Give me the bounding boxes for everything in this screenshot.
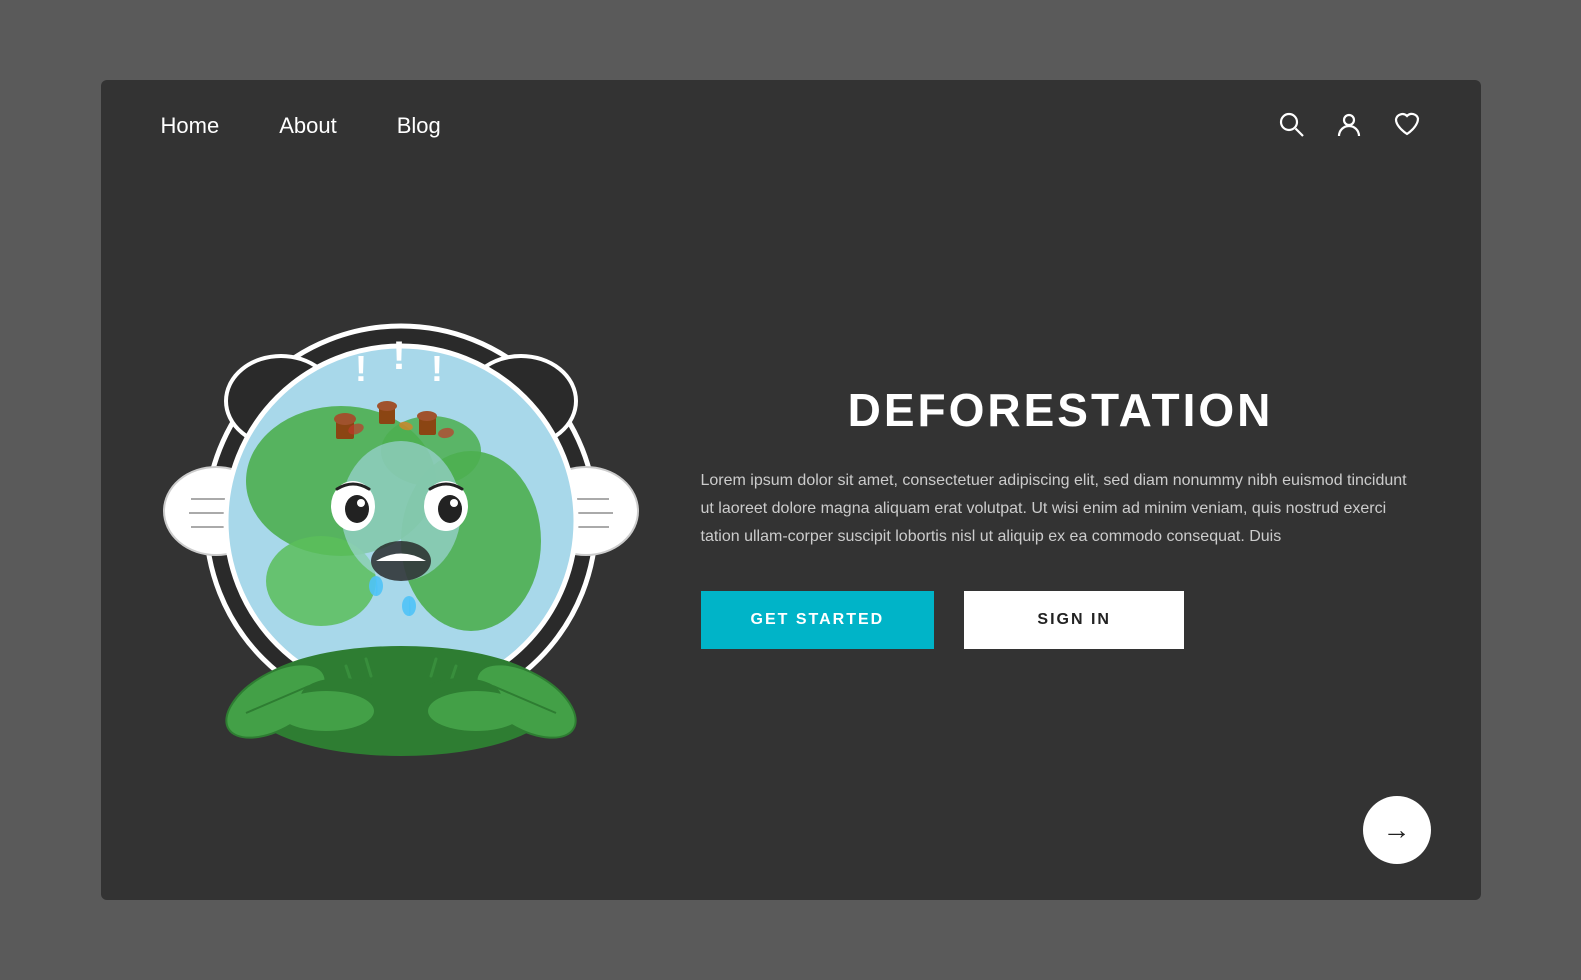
svg-text:!: ! [355,348,367,389]
next-arrow-button[interactable]: → [1363,796,1431,864]
hero-description: Lorem ipsum dolor sit amet, consectetuer… [701,467,1421,551]
nav-blog[interactable]: Blog [397,113,441,139]
get-started-button[interactable]: GET STARTED [701,591,935,649]
page-title: DEFORESTATION [701,383,1421,437]
sign-in-button[interactable]: SIGN IN [964,591,1184,649]
navbar: Home About Blog [101,80,1481,172]
nav-icons [1277,110,1421,142]
nav-home[interactable]: Home [161,113,220,139]
illustration: ! ! ! [101,251,661,821]
nav-about[interactable]: About [279,113,337,139]
right-content: DEFORESTATION Lorem ipsum dolor sit amet… [661,383,1481,689]
search-icon[interactable] [1277,110,1305,142]
content-area: ! ! ! [101,172,1481,900]
svg-text:!: ! [431,348,443,389]
heart-icon[interactable] [1393,110,1421,142]
user-icon[interactable] [1335,110,1363,142]
main-card: Home About Blog [101,80,1481,900]
buttons-row: GET STARTED SIGN IN [701,591,1421,649]
nav-links: Home About Blog [161,113,441,139]
svg-text:!: ! [392,334,405,378]
